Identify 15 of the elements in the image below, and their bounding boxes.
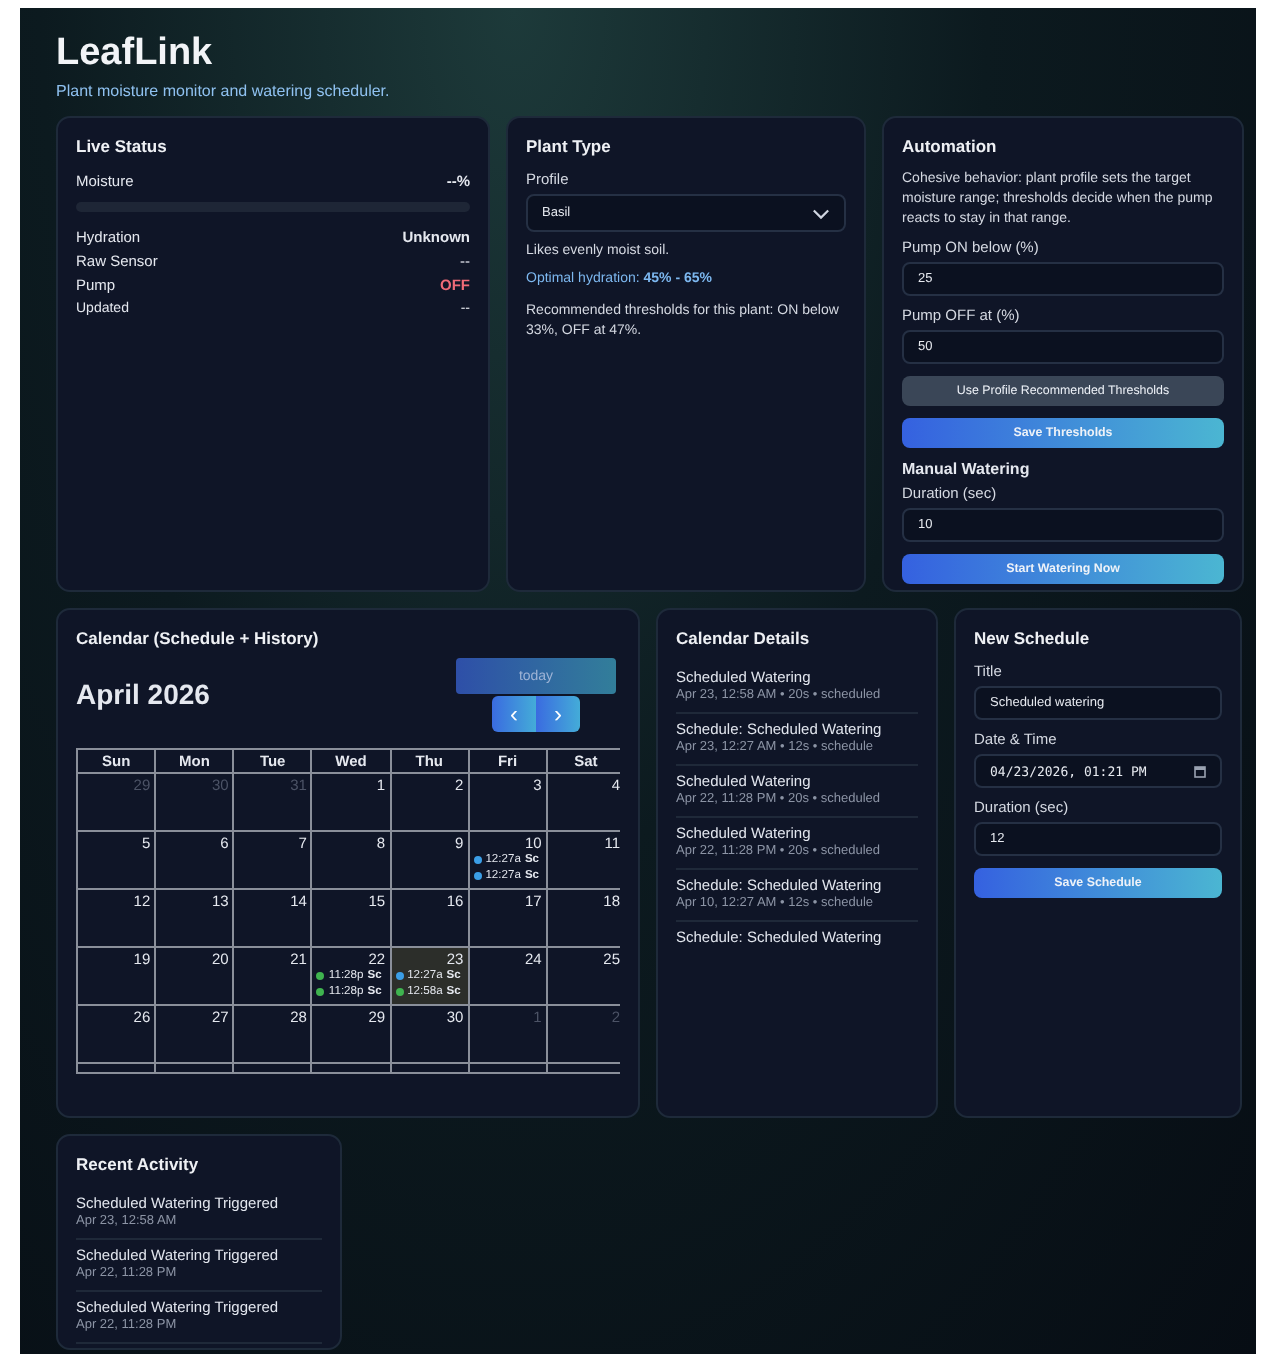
next-button[interactable]: › xyxy=(536,696,580,732)
card-title: Plant Type xyxy=(526,136,613,156)
card-title: Recent Activity xyxy=(76,1154,201,1174)
card-title: New Schedule xyxy=(974,628,1092,648)
card-title: Calendar Details xyxy=(676,628,812,648)
app-subtitle: Plant moisture monitor and watering scheduler. xyxy=(56,82,392,100)
month-title: April 2026 xyxy=(76,678,210,710)
card-title: Calendar (Schedule + History) xyxy=(76,628,321,648)
chevron-down-icon xyxy=(812,207,830,219)
card-title: Automation xyxy=(902,136,999,156)
app-title: LeafLink xyxy=(56,32,215,76)
previous-button[interactable]: ‹ xyxy=(492,696,536,732)
calendar-icon[interactable] xyxy=(1194,765,1206,777)
card-title: Live Status xyxy=(76,136,169,156)
section-title: Manual Watering xyxy=(902,460,1032,478)
